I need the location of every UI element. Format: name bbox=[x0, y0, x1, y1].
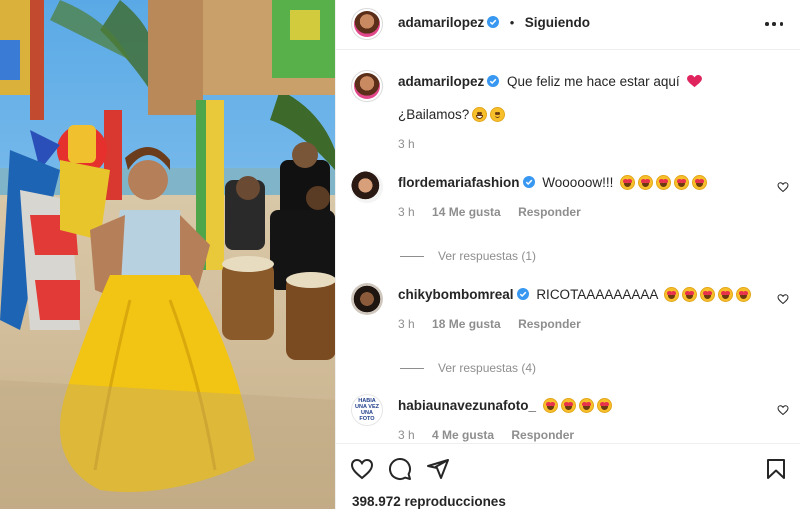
comment-text: chikybombomreal RICOTAAAAAAAAA bbox=[398, 286, 752, 304]
heart-eyes-emoji-icon bbox=[700, 287, 716, 302]
more-options-icon[interactable] bbox=[765, 14, 783, 34]
view-count[interactable]: 398.972 reproducciones bbox=[352, 494, 506, 509]
heart-eyes-emoji-icon bbox=[620, 175, 636, 190]
heart-eyes-emoji-icon bbox=[656, 175, 672, 190]
caption-text: adamarilopez Que feliz me hace estar aqu… bbox=[398, 73, 703, 91]
verified-badge-icon bbox=[487, 75, 500, 87]
header-line: adamarilopez • Siguiendo bbox=[398, 14, 590, 32]
smiling-face-emoji-icon bbox=[490, 107, 506, 122]
commenter-username[interactable]: chikybombomreal bbox=[398, 287, 514, 302]
comment-meta: 3 h 18 Me gusta Responder bbox=[398, 317, 595, 331]
verified-badge-icon bbox=[516, 288, 529, 300]
comment-body: RICOTAAAAAAAAA bbox=[536, 287, 658, 302]
heart-eyes-emoji-icon bbox=[664, 287, 680, 302]
heart-eyes-emoji-icon bbox=[596, 398, 612, 413]
heart-eyes-emoji-icon bbox=[542, 398, 558, 413]
comment-like-heart-icon[interactable] bbox=[777, 293, 789, 305]
paper-plane-icon[interactable] bbox=[426, 457, 450, 481]
commenter-avatar[interactable] bbox=[351, 283, 383, 315]
view-replies-button[interactable]: Ver respuestas (1) bbox=[400, 249, 536, 263]
author-avatar[interactable] bbox=[351, 8, 383, 40]
reply-button[interactable]: Responder bbox=[518, 317, 581, 331]
view-replies-label: Ver respuestas (1) bbox=[438, 249, 537, 263]
comment-time[interactable]: 3 h bbox=[398, 317, 415, 331]
caption-body: Que feliz me hace estar aquí bbox=[507, 74, 680, 89]
comment-time[interactable]: 3 h bbox=[398, 428, 415, 442]
author-username[interactable]: adamarilopez bbox=[398, 15, 484, 30]
caption-meta: 3 h bbox=[398, 137, 429, 151]
post-side-panel: adamarilopez • Siguiendo adamarilopez Qu… bbox=[335, 0, 800, 509]
heart-eyes-emoji-icon bbox=[674, 175, 690, 190]
following-button[interactable]: Siguiendo bbox=[525, 15, 590, 30]
comment-like-heart-icon[interactable] bbox=[777, 404, 789, 416]
commenter-username[interactable]: flordemariafashion bbox=[398, 175, 520, 190]
header-separator: • bbox=[509, 15, 515, 30]
post-header: adamarilopez • Siguiendo bbox=[336, 0, 800, 50]
heart-eyes-emoji-icon bbox=[638, 175, 654, 190]
action-bar bbox=[336, 443, 800, 488]
comment-text: habiaunavezunafoto_ bbox=[398, 397, 612, 415]
comment-like-heart-icon[interactable] bbox=[777, 181, 789, 193]
comment-likes[interactable]: 14 Me gusta bbox=[432, 205, 501, 219]
commenter-avatar[interactable]: HABIA UNA VEZ UNA FOTO bbox=[351, 394, 383, 426]
reply-button[interactable]: Responder bbox=[518, 205, 581, 219]
verified-badge-icon bbox=[522, 176, 535, 188]
commenter-username[interactable]: habiaunavezunafoto_ bbox=[398, 398, 536, 413]
comment-body: Wooooow!!! bbox=[542, 175, 614, 190]
comment-meta: 3 h 4 Me gusta Responder bbox=[398, 428, 588, 442]
comment-likes[interactable]: 4 Me gusta bbox=[432, 428, 494, 442]
grin-sweat-emoji-icon bbox=[472, 107, 488, 122]
comment-meta: 3 h 14 Me gusta Responder bbox=[398, 205, 595, 219]
heart-eyes-emoji-icon bbox=[560, 398, 576, 413]
replies-divider bbox=[400, 255, 424, 257]
post-video[interactable] bbox=[0, 0, 335, 509]
replies-divider bbox=[400, 367, 424, 369]
comment-text: flordemariafashion Wooooow!!! bbox=[398, 174, 708, 192]
reply-button[interactable]: Responder bbox=[511, 428, 574, 442]
caption-username[interactable]: adamarilopez bbox=[398, 74, 484, 89]
commenter-avatar[interactable] bbox=[351, 171, 383, 203]
view-replies-label: Ver respuestas (4) bbox=[438, 361, 537, 375]
caption-line2: ¿Bailamos? bbox=[398, 106, 506, 124]
heart-eyes-emoji-icon bbox=[682, 287, 698, 302]
caption-avatar[interactable] bbox=[351, 70, 383, 102]
heart-eyes-emoji-icon bbox=[718, 287, 734, 302]
caption-time[interactable]: 3 h bbox=[398, 137, 415, 151]
comment-bubble-icon[interactable] bbox=[388, 457, 412, 481]
video-frame bbox=[0, 0, 335, 509]
verified-badge-icon bbox=[487, 16, 500, 28]
heart-eyes-emoji-icon bbox=[692, 175, 708, 190]
comment-likes[interactable]: 18 Me gusta bbox=[432, 317, 501, 331]
comment-time[interactable]: 3 h bbox=[398, 205, 415, 219]
view-replies-button[interactable]: Ver respuestas (4) bbox=[400, 361, 536, 375]
red-heart-emoji-icon bbox=[687, 75, 703, 88]
caption-line2-text: ¿Bailamos? bbox=[398, 107, 470, 122]
heart-outline-icon[interactable] bbox=[350, 457, 374, 481]
heart-eyes-emoji-icon bbox=[736, 287, 752, 302]
bookmark-icon[interactable] bbox=[764, 457, 788, 481]
heart-eyes-emoji-icon bbox=[578, 398, 594, 413]
avatar-logo-text: HABIA UNA VEZ UNA FOTO bbox=[355, 398, 379, 422]
